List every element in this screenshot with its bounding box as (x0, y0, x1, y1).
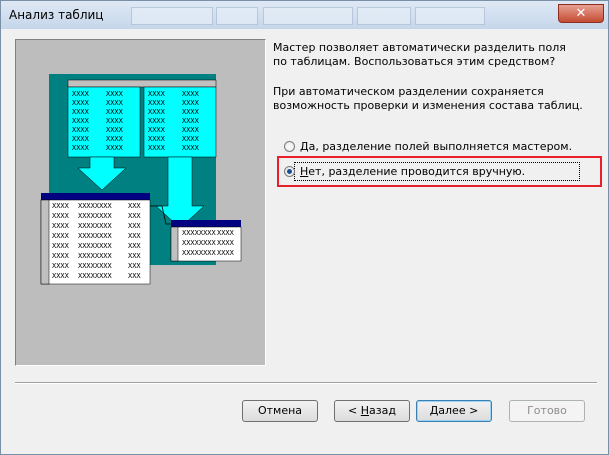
cell-text: XXXX (106, 108, 124, 116)
cell-text: XXX (128, 262, 141, 270)
radio-label: Да, разделение полей выполняется мастеро… (300, 139, 573, 153)
cell-text: XXXX (72, 108, 90, 116)
cell-text: XXXX (148, 144, 166, 152)
background-ghost (131, 7, 213, 25)
background-ghost (263, 7, 353, 25)
cell-text: XXXX (217, 239, 235, 247)
cell-text: XXXX (52, 202, 70, 210)
description-text-2: При автоматическом разделении сохраняетс… (273, 85, 583, 112)
cell-text: XXXXXXXX (78, 222, 113, 230)
cell-text: XXXX (182, 126, 200, 134)
cell-text: XXX (128, 202, 141, 210)
cell-text: XXXX (106, 135, 124, 143)
cell-text: XXXX (182, 99, 200, 107)
cell-text: XXXXXXXX (78, 252, 113, 260)
cell-text: XXXX (72, 90, 90, 98)
cell-text: XXXX (148, 108, 166, 116)
cell-text: XXXX (148, 90, 166, 98)
dialog-window: Анализ таблиц ✕ XXXX XXXX XXXX XXXX XXXX XXXX… (0, 0, 609, 455)
source-table-header (67, 79, 217, 88)
cell-text: XXXX (148, 135, 166, 143)
background-ghost (357, 7, 411, 25)
back-button[interactable]: < Назад (334, 400, 410, 422)
cell-text: XXXXXXXX (78, 242, 113, 250)
separator-line (15, 382, 597, 384)
next-button[interactable]: Далее > (416, 400, 492, 422)
cell-text: XXXX (72, 117, 90, 125)
cell-text: XXXXXXXX (182, 239, 217, 247)
cell-text: XXXX (106, 144, 124, 152)
row-selector-column (40, 199, 50, 285)
radio-button[interactable] (284, 140, 295, 152)
window-title: Анализ таблиц (9, 8, 104, 22)
background-ghost (415, 7, 485, 25)
cell-text: XXXX (52, 252, 70, 260)
finish-button[interactable]: Готово (509, 400, 585, 422)
cell-text: XXXX (217, 249, 235, 257)
cell-text: XXXX (52, 242, 70, 250)
client-area: XXXX XXXX XXXX XXXX XXXX XXXX XXXX XXXX XXXX XXXX… (7, 30, 602, 450)
cell-text: XXXX (182, 117, 200, 125)
illustration-graphics: XXXX XXXXXXXX XXXXXXXX XXXXXXXX XXXXXXXX XXXX… (40, 74, 242, 285)
cell-text: XXXX (182, 135, 200, 143)
cell-text: XXXXXXXX (78, 232, 113, 240)
close-button[interactable]: ✕ (558, 4, 604, 23)
cell-text: XXXX (217, 229, 235, 237)
cell-text: XXXX (148, 117, 166, 125)
cell-text: XXXX (72, 99, 90, 107)
cell-text: XXXX (182, 108, 200, 116)
cell-text: XXXX (106, 90, 124, 98)
row-selector-column (170, 226, 179, 262)
cell-text: XXXX (52, 222, 70, 230)
result-table-titlebar (171, 220, 241, 227)
cell-text: XXXX (106, 99, 124, 107)
cell-text: XXXX (106, 117, 124, 125)
cell-text: XXXX (72, 126, 90, 134)
cell-text: XXXXXXXX (78, 272, 113, 280)
cell-text: XXX (128, 242, 141, 250)
red-highlight-annotation (277, 156, 602, 187)
radio-wizard-split[interactable]: Да, разделение полей выполняется мастеро… (284, 137, 572, 155)
cell-text: XXXX (52, 272, 70, 280)
cell-text: XXX (128, 212, 141, 220)
cell-text: XXX (128, 272, 141, 280)
cell-text: XXXX (148, 126, 166, 134)
cancel-button[interactable]: Отмена (242, 400, 318, 422)
cell-text: XXXXXXXX (78, 262, 113, 270)
description-text-1: Мастер позволяет автоматически разделить… (273, 41, 566, 68)
cell-text: XXXXXXXX (78, 202, 113, 210)
background-ghost (216, 7, 258, 25)
cell-text: XXXX (52, 262, 70, 270)
wizard-illustration: XXXX XXXX XXXX XXXX XXXX XXXX XXXX XXXX XXXX XXXX… (15, 39, 266, 366)
cell-text: XXX (128, 252, 141, 260)
cell-text: XXXX (148, 99, 166, 107)
table-split-illustration: XXXX XXXXXXXX XXXXXXXX XXXXXXXX XXXXXXXX XXXX… (40, 74, 242, 285)
cell-text: XXXXXXXX (78, 212, 113, 220)
cell-text: XXXX (52, 232, 70, 240)
title-bar[interactable]: Анализ таблиц ✕ (1, 1, 608, 29)
cell-text: XXXX (182, 144, 200, 152)
cell-text: XXXXXXXX (182, 229, 217, 237)
result-table-titlebar (41, 193, 150, 200)
cell-text: XXXX (106, 126, 124, 134)
close-icon: ✕ (575, 6, 587, 21)
cell-text: XXXXXXXX (182, 249, 217, 257)
cell-text: XXXX (52, 212, 70, 220)
cell-text: XXX (128, 232, 141, 240)
cell-text: XXXX (72, 135, 90, 143)
cell-text: XXXX (72, 144, 90, 152)
cell-text: XXX (128, 222, 141, 230)
cell-text: XXXX (182, 90, 200, 98)
